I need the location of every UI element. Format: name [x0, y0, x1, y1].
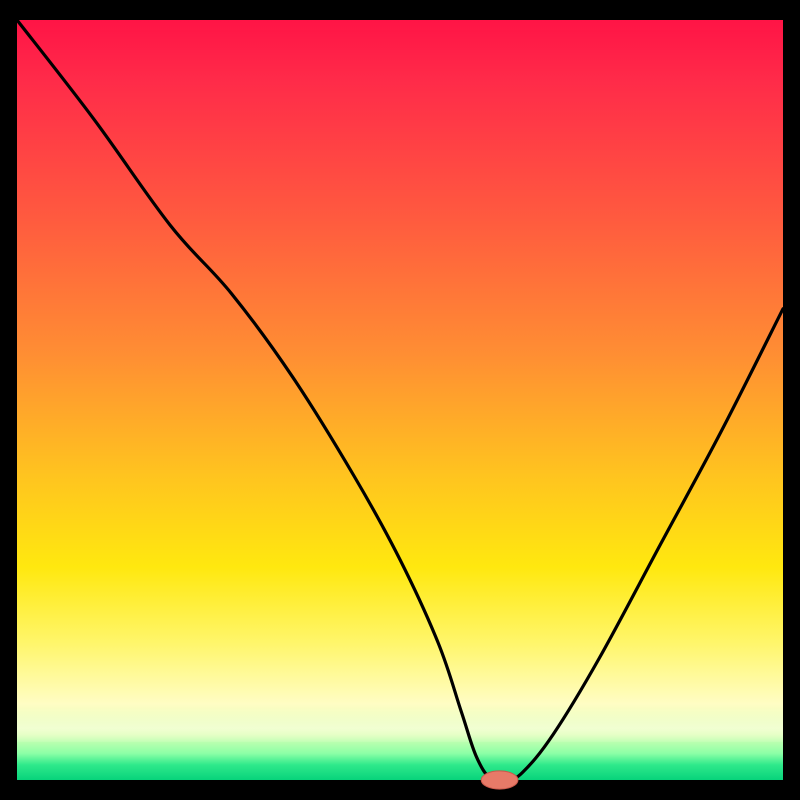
gradient-background: [17, 20, 783, 780]
chart-frame: TheBottleneck.com: [0, 0, 800, 800]
watermark-text: TheBottleneck.com: [624, 2, 790, 24]
